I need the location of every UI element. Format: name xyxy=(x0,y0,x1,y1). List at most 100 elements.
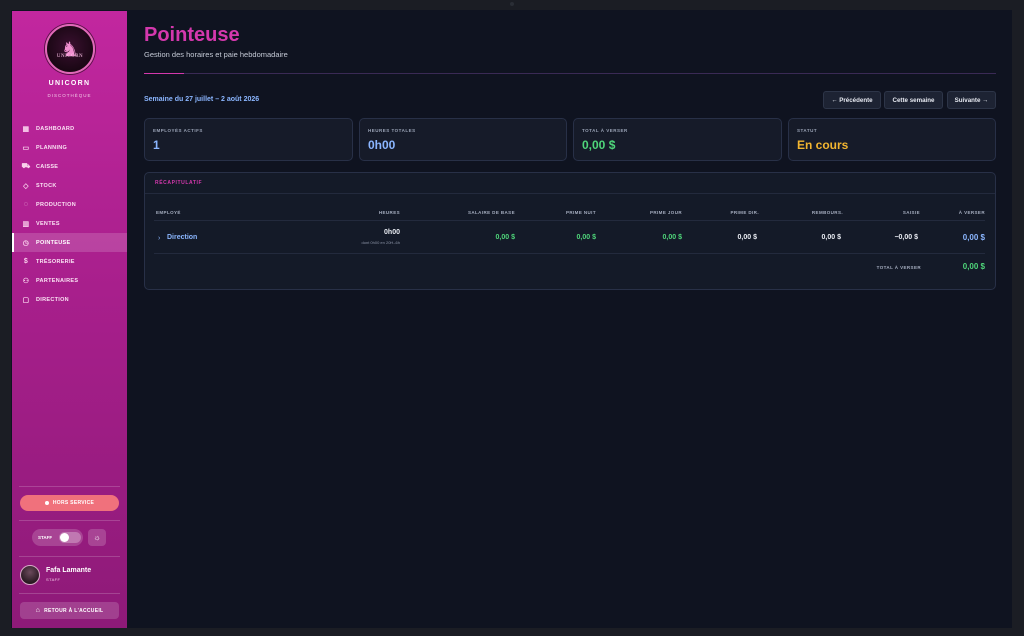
table-divider xyxy=(154,220,985,221)
sun-icon: ☼ xyxy=(93,533,101,542)
unicorn-icon: ♞ xyxy=(61,38,79,61)
sidebar-item-tresorerie[interactable]: $ TRÉSORERIE xyxy=(12,252,127,271)
stat-label: TOTAL À VERSER xyxy=(582,128,628,133)
stat-card-total: TOTAL À VERSER 0,00 $ xyxy=(573,118,782,161)
col-header-saisie: SAISIE xyxy=(902,210,920,215)
sidebar-item-ventes[interactable]: ▥ VENTES xyxy=(12,214,127,233)
sidebar-item-label: VENTES xyxy=(36,220,60,227)
sidebar-item-direction[interactable]: ▢ DIRECTION xyxy=(12,290,127,309)
col-header-prime-jour: PRIME JOUR xyxy=(649,210,682,215)
status-dot-icon xyxy=(44,501,49,505)
unicorn-logo: ♞ UNICORN xyxy=(45,24,95,74)
cell-saisie: −0,00 $ xyxy=(894,234,918,241)
stat-value: En cours xyxy=(797,138,849,152)
brand-subtitle: DISCOTHÈQUE xyxy=(47,93,92,98)
sidebar-divider xyxy=(19,520,120,521)
total-label: TOTAL À VERSER xyxy=(876,265,921,270)
stat-card-employes: EMPLOYÉS ACTIFS 1 xyxy=(144,118,353,161)
logo-lettering: UNICORN xyxy=(56,54,84,59)
camera-dot xyxy=(510,2,514,6)
back-home-button[interactable]: ⌂ RETOUR À L'ACCUEIL xyxy=(20,602,119,619)
total-value: 0,00 $ xyxy=(962,262,985,271)
col-header-salaire: SALAIRE DE BASE xyxy=(467,210,515,215)
home-icon: ⌂ xyxy=(35,607,41,614)
back-home-label: RETOUR À L'ACCUEIL xyxy=(44,607,104,614)
stat-label: EMPLOYÉS ACTIFS xyxy=(153,128,203,133)
sidebar-item-caisse[interactable]: ⛟ CAISSE xyxy=(12,157,127,176)
stat-label: HEURES TOTALES xyxy=(368,128,416,133)
sidebar-divider xyxy=(19,556,120,557)
bar-chart-icon: ▥ xyxy=(22,220,30,228)
sidebar-item-label: PLANNING xyxy=(36,144,68,151)
sidebar-item-planning[interactable]: ▭ PLANNING xyxy=(12,138,127,157)
week-label: Semaine du 27 juillet – 2 août 2026 xyxy=(144,96,260,103)
brand-name: UNICORN xyxy=(48,80,91,87)
cell-employe[interactable]: Direction xyxy=(167,234,197,241)
col-header-rembours: REMBOURS. xyxy=(811,210,843,215)
sidebar-item-production[interactable]: ◌ PRODUCTION xyxy=(12,195,127,214)
cell-prime-jour: 0,00 $ xyxy=(662,234,682,241)
sidebar-item-label: TRÉSORERIE xyxy=(36,258,75,265)
sidebar-nav: ▦ DASHBOARD ▭ PLANNING ⛟ CAISSE ◇ STOCK ◌ PRO… xyxy=(12,119,127,309)
sidebar-item-dashboard[interactable]: ▦ DASHBOARD xyxy=(12,119,127,138)
dollar-icon: $ xyxy=(23,258,29,265)
sidebar-item-partenaires[interactable]: ⚇ PARTENAIRES xyxy=(12,271,127,290)
stat-value: 1 xyxy=(153,138,160,152)
col-header-employe: EMPLOYÉ xyxy=(156,210,181,215)
cell-rembours: 0,00 $ xyxy=(821,234,841,241)
stat-value: 0h00 xyxy=(368,138,396,152)
next-week-button[interactable]: Suivante → xyxy=(947,91,996,109)
sidebar-item-pointeuse[interactable]: ◷ POINTEUSE xyxy=(12,233,127,252)
sidebar-item-label: POINTEUSE xyxy=(36,239,71,246)
page-subtitle: Gestion des horaires et paie hebdomadair… xyxy=(144,50,288,59)
current-week-button[interactable]: Cette semaine xyxy=(884,91,943,109)
cell-heures-note: dont 0h00 en 20H–6h xyxy=(361,240,400,245)
recap-divider xyxy=(145,193,995,194)
sidebar-item-label: STOCK xyxy=(36,182,57,189)
main-content: Pointeuse Gestion des horaires et paie h… xyxy=(144,10,996,628)
staff-mode-toggle[interactable]: STAFF xyxy=(32,529,83,546)
cell-prime-nuit: 0,00 $ xyxy=(576,234,596,241)
col-header-prime-dir: PRIME DIR. xyxy=(730,210,759,215)
stat-card-heures: HEURES TOTALES 0h00 xyxy=(359,118,567,161)
sidebar-item-stock[interactable]: ◇ STOCK xyxy=(12,176,127,195)
staff-label: STAFF xyxy=(38,535,53,540)
flame-icon: ◌ xyxy=(23,201,29,208)
box-icon: ◇ xyxy=(23,182,29,190)
col-header-heures: HEURES xyxy=(378,210,400,215)
col-header-a-verser: À VERSER xyxy=(958,210,985,215)
sidebar: ♞ UNICORN UNICORN DISCOTHÈQUE ▦ DASHBOARD… xyxy=(12,11,127,628)
chevron-right-icon[interactable]: › xyxy=(158,235,160,242)
users-icon: ⚇ xyxy=(22,277,30,285)
sidebar-item-label: PRODUCTION xyxy=(36,201,76,208)
previous-week-button[interactable]: ← Précédente xyxy=(823,91,881,109)
cell-a-verser: 0,00 $ xyxy=(962,233,985,242)
clock-icon: ◷ xyxy=(22,239,30,247)
stat-value: 0,00 $ xyxy=(582,138,616,152)
sidebar-divider xyxy=(19,486,120,487)
user-name: Fafa Lamante xyxy=(46,567,92,574)
sidebar-item-label: PARTENAIRES xyxy=(36,277,79,284)
hors-service-label: HORS SERVICE xyxy=(52,500,95,506)
header-divider xyxy=(144,73,996,74)
briefcase-icon: ▢ xyxy=(22,296,30,304)
toggle-switch[interactable] xyxy=(59,532,81,543)
stat-card-statut: STATUT En cours xyxy=(788,118,996,161)
device-frame: ♞ UNICORN UNICORN DISCOTHÈQUE ▦ DASHBOARD… xyxy=(0,0,1024,636)
user-profile[interactable]: Fafa Lamante STAFF xyxy=(20,564,120,586)
stat-label: STATUT xyxy=(797,128,818,133)
avatar xyxy=(20,565,40,585)
calendar-icon: ▭ xyxy=(22,144,30,152)
cell-salaire: 0,00 $ xyxy=(495,234,515,241)
hors-service-button[interactable]: HORS SERVICE xyxy=(20,495,119,511)
app-window: ♞ UNICORN UNICORN DISCOTHÈQUE ▦ DASHBOARD… xyxy=(11,10,1012,628)
grid-icon: ▦ xyxy=(22,125,30,133)
recap-panel: RÉCAPITULATIF EMPLOYÉ HEURES SALAIRE DE … xyxy=(144,172,996,290)
theme-toggle-button[interactable]: ☼ xyxy=(88,529,106,546)
user-role: STAFF xyxy=(46,577,61,582)
toggle-knob xyxy=(60,533,69,542)
page-title: Pointeuse xyxy=(144,24,240,46)
cell-prime-dir: 0,00 $ xyxy=(737,234,757,241)
total-divider xyxy=(154,253,985,254)
cart-icon: ⛟ xyxy=(21,163,31,170)
